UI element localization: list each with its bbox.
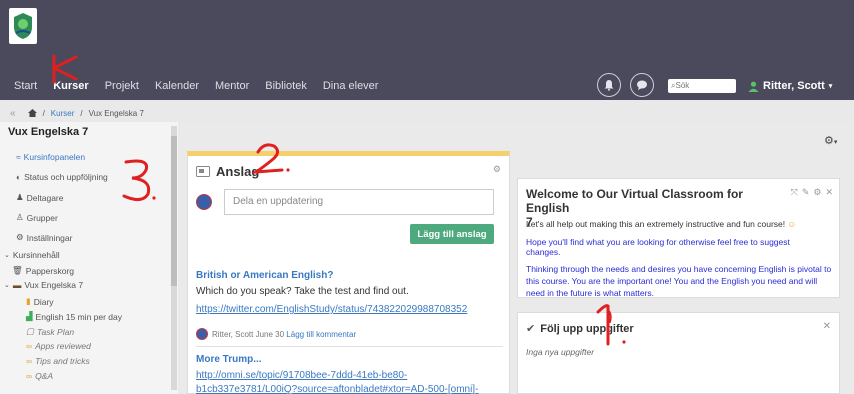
sidebar-item-deltagare[interactable]: ♟ Deltagare (16, 192, 63, 203)
sidebar-item-diary[interactable]: ▮ Diary (26, 296, 54, 307)
gear-icon[interactable]: ⚙ (493, 164, 501, 175)
trash-icon: 🗑 (12, 265, 23, 275)
messages-button[interactable] (630, 73, 654, 97)
user-menu[interactable]: Ritter, Scott ▾ (748, 80, 832, 92)
home-icon[interactable] (27, 109, 37, 117)
gear-icon: ⚙ (16, 232, 24, 242)
add-comment-link[interactable]: Lägg till kommentar (286, 330, 356, 339)
close-icon[interactable]: ✕ (823, 321, 831, 332)
post-title[interactable]: More Trump... (196, 354, 262, 365)
post-title[interactable]: British or American English? (196, 270, 333, 281)
nav-mentor[interactable]: Mentor (215, 80, 249, 92)
card-actions: ⤧ ✎ ⚙ ✕ (791, 187, 833, 198)
sidebar-scroll-thumb[interactable] (171, 136, 177, 286)
page-settings-button[interactable]: ⚙▾ (824, 134, 837, 147)
sidebar-item-grupper[interactable]: ♙ Grupper (16, 212, 58, 223)
welcome-p1: Let's all help out making this an extrem… (526, 219, 797, 229)
nav-bibliotek[interactable]: Bibliotek (265, 80, 307, 92)
close-icon[interactable]: ✕ (825, 187, 833, 198)
course-sidebar: Vux Engelska 7 ≈ Kursinfopanelen ◐ Status … (0, 122, 178, 394)
chevron-down-icon: ⌄ (4, 282, 10, 289)
chevron-down-icon: ⌄ (4, 252, 10, 259)
anslag-card: Anslag ⚙ Dela en uppdatering Lägg till a… (187, 151, 510, 394)
link-icon: ∞ (26, 371, 33, 381)
dashboard-icon: ≈ (16, 152, 21, 162)
course-title: Vux Engelska 7 (8, 126, 89, 138)
sidebar-item-kursinnehall[interactable]: ⌄ Kursinnehåll (4, 250, 60, 260)
sidebar-item-apps-reviewed[interactable]: ∞ Apps reviewed (26, 341, 91, 351)
breadcrumb-kurser[interactable]: Kurser (51, 109, 75, 118)
folder-icon: ▬ (12, 280, 22, 290)
sidebar-item-vux-engelska[interactable]: ⌄ ▬ Vux Engelska 7 (4, 280, 83, 290)
nav-start[interactable]: Start (14, 80, 37, 92)
post-link[interactable]: https://twitter.com/EnglishStudy/status/… (196, 304, 467, 315)
chevron-down-icon: ▾ (828, 83, 833, 90)
post-text: Which do you speak? Take the test and fi… (196, 286, 409, 297)
avatar (196, 328, 208, 340)
bell-icon (604, 80, 614, 91)
breadcrumb-current: Vux Engelska 7 (88, 108, 144, 118)
no-tasks-text: Inga nya uppgifter (526, 347, 595, 357)
notifications-button[interactable] (597, 73, 621, 97)
chat-icon (637, 80, 647, 90)
chart-icon: ▟ (26, 311, 33, 321)
sidebar-item-papperskorg[interactable]: 🗑 Papperskorg (12, 265, 74, 276)
sidebar-item-kursinfopanelen[interactable]: ≈ Kursinfopanelen (16, 152, 85, 162)
post-link[interactable]: http://omni.se/topic/91708bee-7ddd-41eb-… (196, 370, 407, 381)
chevron-down-icon: ▾ (833, 139, 838, 146)
main-nav: Start Kurser Projekt Kalender Mentor Bib… (14, 80, 394, 92)
follow-up-card: ✔ Följ upp uppgifter ✕ Inga nya uppgifte… (517, 312, 840, 394)
follow-up-header: ✔ Följ upp uppgifter (526, 322, 634, 336)
sidebar-item-task-plan[interactable]: ▢ Task Plan (26, 326, 74, 337)
top-bar: Start Kurser Projekt Kalender Mentor Bib… (0, 0, 854, 100)
sidebar-item-qa[interactable]: ∞ Q&A (26, 371, 53, 381)
gear-icon: ⚙ (824, 135, 834, 147)
pencil-icon[interactable]: ✎ (802, 187, 810, 198)
collapse-icon[interactable]: ⤧ (791, 187, 798, 198)
anslag-title: Anslag (216, 164, 260, 179)
add-post-button[interactable]: Lägg till anslag (410, 224, 494, 244)
search-input[interactable]: ⌕Sök (668, 79, 736, 93)
link-icon: ∞ (26, 356, 33, 366)
nav-kalender[interactable]: Kalender (155, 80, 199, 92)
sidebar-item-tips[interactable]: ∞ Tips and tricks (26, 356, 90, 366)
collapse-sidebar-button[interactable]: « (10, 108, 16, 119)
nav-dina-elever[interactable]: Dina elever (323, 80, 379, 92)
gear-icon[interactable]: ⚙ (813, 187, 821, 198)
app-window: Start Kurser Projekt Kalender Mentor Bib… (0, 0, 854, 394)
breadcrumb: « / Kurser / Vux Engelska 7 (10, 107, 144, 119)
status-icon: ◐ (16, 172, 22, 182)
welcome-card: Welcome to Our Virtual Classroom for Eng… (517, 178, 840, 298)
post-link[interactable]: b1cb337e3781/L00iQ?source=aftonbladet#xt… (196, 384, 478, 394)
nav-kurser[interactable]: Kurser (53, 80, 88, 92)
avatar (196, 194, 212, 210)
user-icon (748, 81, 759, 92)
post-meta: Ritter, Scott June 30 Lägg till kommenta… (212, 330, 357, 339)
nav-projekt[interactable]: Projekt (105, 80, 139, 92)
check-icon: ✔ (526, 323, 536, 335)
smiley-icon: ☺ (787, 219, 797, 229)
divider (196, 346, 503, 347)
sidebar-item-installningar[interactable]: ⚙ Inställningar (16, 232, 72, 243)
announcement-icon (196, 166, 210, 177)
group-icon: ♙ (16, 212, 24, 222)
sidebar-scrollbar[interactable] (171, 126, 177, 390)
page-icon: ▢ (26, 326, 35, 336)
diary-icon: ▮ (26, 296, 31, 306)
sidebar-item-english-15[interactable]: ▟ English 15 min per day (26, 311, 122, 322)
welcome-p2: Hope you'll find what you are looking fo… (526, 237, 790, 257)
welcome-p3: Thinking through the needs and desires y… (526, 264, 832, 298)
sidebar-item-status[interactable]: ◐ Status och uppföljning (16, 172, 108, 182)
link-icon: ∞ (26, 341, 33, 351)
update-input[interactable]: Dela en uppdatering (224, 189, 494, 215)
person-icon: ♟ (16, 192, 24, 202)
school-logo[interactable] (9, 8, 37, 44)
